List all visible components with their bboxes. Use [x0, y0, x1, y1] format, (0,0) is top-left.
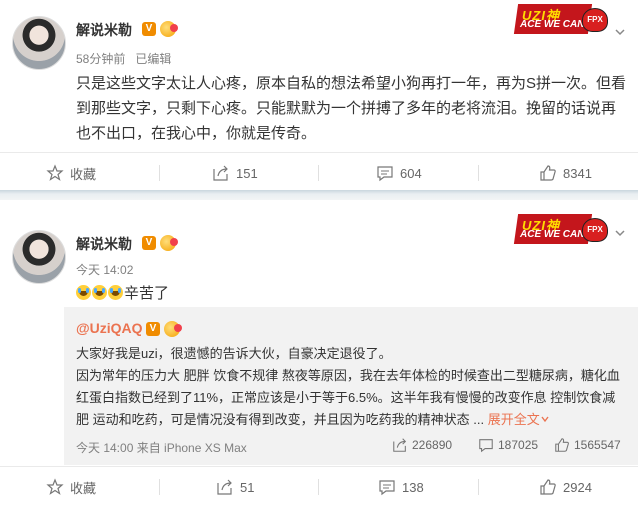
star-icon [46, 164, 64, 181]
fpx-logo: FPX [582, 8, 608, 32]
fan-sticker: UZI神 ACE WE CAN FPX [513, 214, 608, 244]
post-meta: 58分钟前 已编辑 [76, 50, 171, 67]
quoted-meta: 今天 14:00 来自 iPhone XS Max [76, 441, 247, 455]
divider [478, 165, 479, 181]
member-medal-icon [160, 21, 178, 37]
post-time[interactable]: 今天 14:02 [76, 261, 133, 278]
author-name[interactable]: 解说米勒 [76, 234, 132, 254]
divider [318, 165, 319, 181]
like-count: 8341 [563, 165, 592, 181]
post-time[interactable]: 58分钟前 [76, 52, 125, 66]
comment-icon [377, 166, 393, 182]
author-name[interactable]: 解说米勒 [76, 20, 132, 40]
author-avatar[interactable] [12, 230, 66, 284]
post-text-content: 辛苦了 [124, 285, 170, 302]
sticker-line2: ACE WE CAN [520, 229, 585, 240]
action-bar: 收藏 51 138 2924 [0, 466, 638, 507]
quoted-author[interactable]: @UziQAQ [76, 320, 143, 336]
like-button[interactable]: 2924 [539, 467, 592, 507]
thumbs-up-icon [555, 438, 569, 452]
star-icon [46, 478, 64, 495]
quoted-repost-count: 226890 [412, 438, 453, 452]
action-bar: 收藏 151 604 8341 [0, 152, 638, 193]
verified-v-icon: V [142, 236, 156, 250]
fpx-logo: FPX [582, 218, 608, 242]
repost-count: 51 [240, 479, 255, 495]
share-icon [213, 165, 228, 181]
verified-v-icon: V [146, 322, 160, 336]
repost-count: 151 [236, 165, 258, 181]
divider [478, 479, 479, 495]
quoted-paragraph-1: 大家好我是uzi，很遗憾的告诉大伙，自豪决定退役了。 [76, 346, 392, 361]
chevron-down-icon[interactable] [540, 414, 550, 424]
divider [159, 479, 160, 495]
comment-icon [379, 480, 395, 496]
chevron-down-icon[interactable] [614, 227, 626, 239]
crying-emoji-icon [76, 285, 91, 300]
divider [318, 479, 319, 495]
verified-v-icon: V [142, 22, 156, 36]
like-count: 2924 [563, 479, 592, 495]
comment-button[interactable]: 138 [378, 467, 424, 507]
quoted-repost-button[interactable]: 226890 [392, 435, 452, 455]
fan-sticker: UZI神 ACE WE CAN FPX [513, 4, 608, 34]
author-avatar[interactable] [12, 16, 66, 70]
expand-full-text-link[interactable]: 展开全文 [488, 412, 540, 427]
repost-button[interactable]: 51 [216, 467, 254, 507]
edited-label[interactable]: 已编辑 [135, 52, 171, 66]
share-icon [217, 479, 232, 495]
weibo-post-1: 解说米勒 V 58分钟前 已编辑 UZI神 ACE WE CAN FPX 只是这… [0, 0, 638, 190]
favorite-button[interactable]: 收藏 [46, 153, 96, 193]
divider [159, 165, 160, 181]
quoted-like-count: 1565547 [574, 438, 621, 452]
member-medal-icon [160, 235, 178, 251]
comment-count: 138 [402, 479, 424, 495]
quoted-text: 大家好我是uzi，很遗憾的告诉大伙，自豪决定退役了。 因为常年的压力大 肥胖 饮… [76, 343, 628, 431]
post-text: 只是这些文字太让人心疼，原本自私的想法希望小狗再打一年，再为S拼一次。但看到那些… [76, 75, 627, 142]
comment-icon [479, 439, 493, 453]
quoted-paragraph-2: 因为常年的压力大 肥胖 饮食不规律 熬夜等原因，我在去年体检的时候查出二型糖尿病… [76, 365, 628, 431]
thumbs-up-icon [540, 165, 556, 181]
quoted-comment-button[interactable]: 187025 [478, 435, 538, 455]
member-medal-icon [164, 321, 182, 337]
share-icon [393, 438, 407, 452]
favorite-label: 收藏 [70, 480, 97, 496]
favorite-button[interactable]: 收藏 [46, 467, 96, 507]
thumbs-up-icon [540, 479, 556, 495]
comment-count: 604 [400, 165, 422, 181]
like-button[interactable]: 8341 [539, 153, 592, 193]
sticker-line2: ACE WE CAN [520, 19, 585, 30]
crying-emoji-icon [92, 285, 107, 300]
repost-button[interactable]: 151 [212, 153, 258, 193]
chevron-down-icon[interactable] [614, 26, 626, 38]
quoted-post[interactable]: @UziQAQ V 大家好我是uzi，很遗憾的告诉大伙，自豪决定退役了。 因为常… [64, 307, 638, 465]
quoted-like-button[interactable]: 1565547 [554, 435, 621, 455]
comment-button[interactable]: 604 [376, 153, 422, 193]
quoted-comment-count: 187025 [498, 438, 539, 452]
post-text: 辛苦了 [76, 281, 628, 306]
feed-divider [0, 190, 638, 200]
crying-emoji-icon [108, 285, 123, 300]
favorite-label: 收藏 [70, 166, 97, 182]
